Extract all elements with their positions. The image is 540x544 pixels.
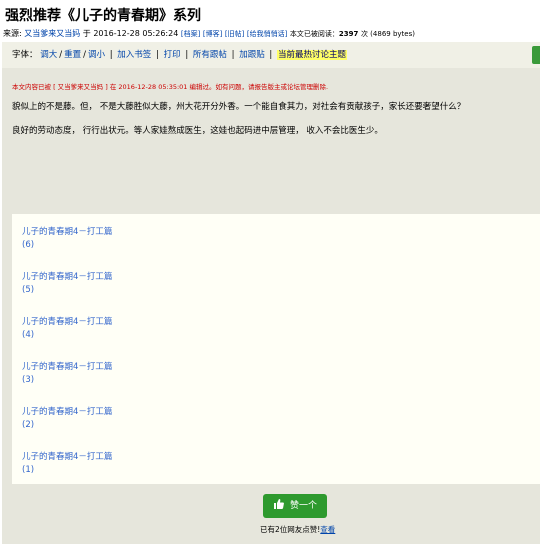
- related-item[interactable]: 儿子的青春期4－打工篇 (6): [22, 226, 142, 252]
- source-label: 来源:: [3, 29, 22, 38]
- page-title: 强烈推荐《儿子的青春期》系列: [5, 8, 201, 24]
- post-paragraph-1: 貌似上的不是藤。但， 不是大藤胜似大藤，州大花开分外香。一个能自食其力，对社会有…: [12, 102, 466, 112]
- post-meta: 来源: 又当爹来又当妈 于 2016-12-28 05:26:24 [档案] […: [3, 28, 415, 39]
- related-item[interactable]: 儿子的青春期4－打工篇 (1): [22, 451, 142, 477]
- edit-note: 本文内容已被 [ 又当爹来又当妈 ] 在 2016-12-28 05:35:01…: [12, 83, 329, 91]
- post-paragraph-2: 良好的劳动态度， 行行出状元。等人家娃熬成医生，这娃也起码进中层管理， 收入不会…: [12, 126, 383, 136]
- font-reset-link[interactable]: 重置: [64, 50, 81, 60]
- related-item-title[interactable]: 儿子的青春期4－打工篇: [22, 407, 112, 417]
- related-item-title[interactable]: 儿子的青春期4－打工篇: [22, 452, 112, 462]
- font-larger-link[interactable]: 调大: [40, 50, 57, 60]
- post-panel: 字体： 调大 / 重置 / 调小 | 加入书签 | 打印 | 所有跟帖 | 加跟贴 | …: [2, 42, 540, 544]
- related-item-number[interactable]: (1): [22, 465, 34, 475]
- related-posts: 儿子的青春期4－打工篇 (6) 儿子的青春期4－打工篇 (5) 儿子的青春期4－…: [12, 214, 540, 484]
- post-toolbar: 字体： 调大 / 重置 / 调小 | 加入书签 | 打印 | 所有跟帖 | 加跟贴 | …: [2, 42, 540, 68]
- print-link[interactable]: 打印: [164, 50, 181, 60]
- related-item-number[interactable]: (5): [22, 285, 34, 295]
- font-smaller-link[interactable]: 调小: [88, 50, 105, 60]
- thumbs-up-icon: [273, 496, 285, 509]
- related-item-number[interactable]: (3): [22, 375, 34, 385]
- private-message-link[interactable]: [给我悄悄话]: [247, 30, 287, 38]
- hot-topic-link[interactable]: 当前最热讨论主题: [276, 50, 347, 60]
- post-datetime: 2016-12-28 05:26:24: [93, 29, 179, 38]
- related-item-title[interactable]: 儿子的青春期4－打工篇: [22, 317, 112, 327]
- related-item-title[interactable]: 儿子的青春期4－打工篇: [22, 272, 112, 282]
- related-item-number[interactable]: (4): [22, 330, 34, 340]
- related-item[interactable]: 儿子的青春期4－打工篇 (3): [22, 361, 142, 387]
- like-button-label: 赞一个: [289, 501, 317, 511]
- related-item[interactable]: 儿子的青春期4－打工篇 (5): [22, 271, 142, 297]
- related-item-title[interactable]: 儿子的青春期4－打工篇: [22, 362, 112, 372]
- blog-link[interactable]: [博客]: [203, 30, 222, 38]
- post-content: 本文内容已被 [ 又当爹来又当妈 ] 在 2016-12-28 05:35:01…: [2, 68, 540, 214]
- related-item-number[interactable]: (2): [22, 420, 34, 430]
- all-replies-link[interactable]: 所有跟帖: [193, 50, 227, 60]
- add-reply-link[interactable]: 加跟贴: [239, 50, 265, 60]
- view-likes-link[interactable]: 查看: [320, 525, 335, 534]
- at-label: 于: [82, 29, 91, 38]
- like-note: 已有2位网友点赞!查看: [260, 524, 335, 535]
- author-link[interactable]: 又当爹来又当妈: [24, 29, 80, 38]
- reads-count: 2397: [338, 30, 359, 38]
- archive-link[interactable]: [档案]: [181, 30, 200, 38]
- reads-suffix: 次 (4869 bytes): [360, 30, 415, 38]
- like-count-text: 已有2位网友点赞!: [260, 525, 321, 534]
- reads-label: 本文已被阅读：: [289, 30, 339, 38]
- bookmark-link[interactable]: 加入书签: [117, 50, 151, 60]
- font-label: 字体：: [12, 50, 38, 60]
- related-item-number[interactable]: (6): [22, 240, 34, 250]
- related-item-title[interactable]: 儿子的青春期4－打工篇: [22, 227, 112, 237]
- share-icon[interactable]: [532, 46, 540, 64]
- like-button[interactable]: 赞一个: [263, 494, 327, 518]
- old-posts-link[interactable]: [旧帖]: [225, 30, 244, 38]
- related-item[interactable]: 儿子的青春期4－打工篇 (4): [22, 316, 142, 342]
- related-item[interactable]: 儿子的青春期4－打工篇 (2): [22, 406, 142, 432]
